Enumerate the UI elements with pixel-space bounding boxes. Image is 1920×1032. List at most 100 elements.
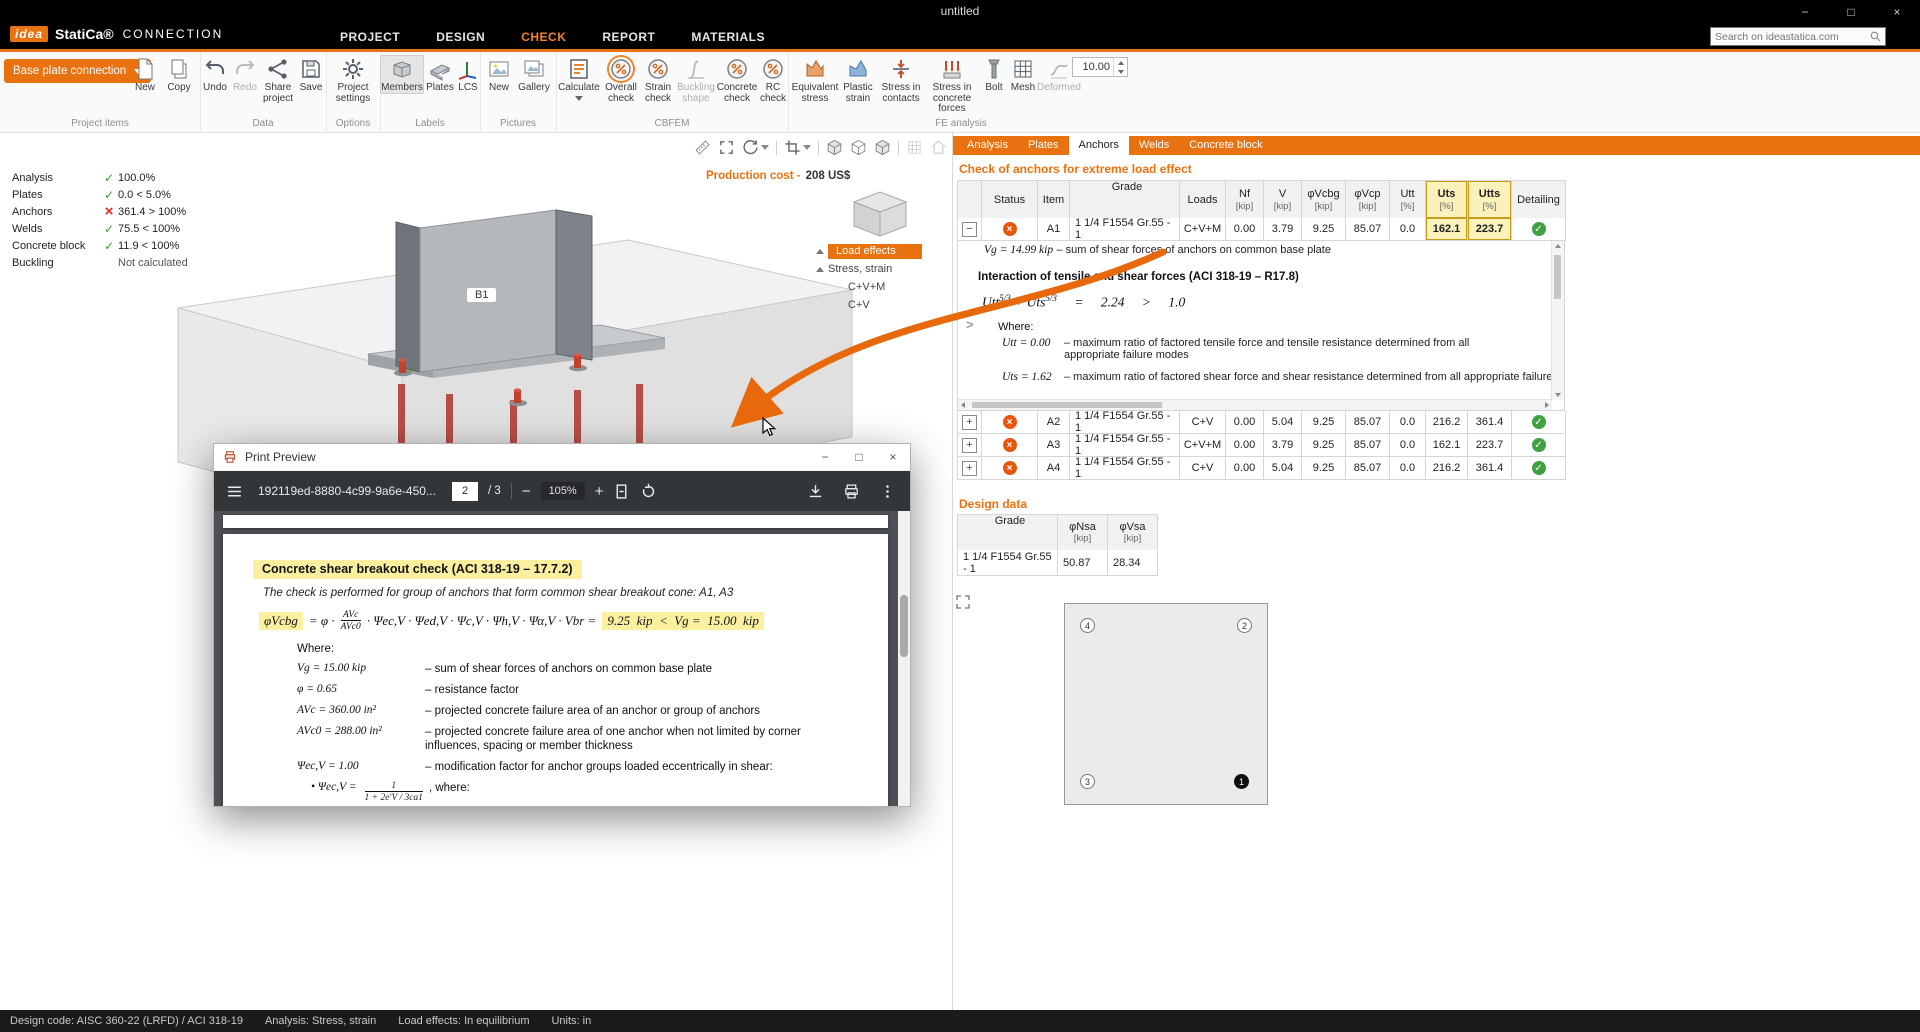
section-crop-icon[interactable] [784, 139, 811, 156]
ribbon-group-project-items: Base plate connection New Copy Project i… [0, 52, 201, 131]
anchor-marker-4[interactable]: 4 [1080, 618, 1095, 633]
measure-icon[interactable] [694, 139, 711, 156]
view-shaded-icon[interactable] [874, 139, 891, 156]
equivalent-stress-button[interactable]: Equivalent stress [792, 55, 838, 115]
minimize-button[interactable]: − [808, 450, 842, 464]
spinner-up-icon[interactable] [1118, 61, 1124, 65]
zoom-in-icon[interactable]: + [595, 484, 604, 499]
expand-diagram-icon[interactable] [955, 594, 971, 610]
rc-check-button[interactable]: RC check [758, 55, 788, 104]
gallery-icon [522, 57, 546, 81]
pdf-scrollbar[interactable] [898, 511, 910, 806]
new-item-button[interactable]: New [128, 55, 162, 94]
undo-button[interactable]: Undo [200, 55, 230, 104]
stress-in-concrete-forces-button[interactable]: Stress in concrete forces [924, 55, 980, 115]
project-settings-button[interactable]: Project settings [328, 55, 378, 104]
close-button[interactable]: × [1874, 0, 1920, 24]
share-project-button[interactable]: Share project [260, 55, 296, 104]
print-icon[interactable] [843, 483, 860, 500]
concrete-check-button[interactable]: Concrete check [716, 55, 758, 104]
anchor-marker-3[interactable]: 3 [1080, 774, 1095, 789]
zoom-extents-icon[interactable] [718, 139, 735, 156]
tab-materials[interactable]: MATERIALS [691, 30, 765, 44]
detail-expand-chevron[interactable]: > [966, 317, 974, 332]
results-tab-plates[interactable]: Plates [1018, 136, 1069, 155]
load-effects-tree: Load effects Stress, strain C+V+M C+V [816, 242, 922, 314]
scrollbar-thumb[interactable] [900, 595, 908, 657]
tab-report[interactable]: REPORT [602, 30, 655, 44]
collapse-row-button[interactable]: − [962, 222, 977, 237]
results-tab-welds[interactable]: Welds [1129, 136, 1179, 155]
print-preview-window[interactable]: Print Preview − □ × 192119ed-8880-4c99-9… [213, 443, 911, 807]
overall-check-button[interactable]: Overall check [602, 55, 640, 104]
mesh-toggle-button[interactable]: Mesh [1008, 55, 1038, 115]
scrollbar-thumb[interactable] [1554, 255, 1561, 299]
strain-check-button[interactable]: Strain check [640, 55, 676, 104]
results-tab-anchors[interactable]: Anchors [1069, 136, 1129, 155]
gear-icon [341, 57, 365, 81]
strain-check-icon [646, 57, 670, 81]
members-toggle-button[interactable]: Members [380, 55, 424, 94]
gallery-button[interactable]: Gallery [515, 55, 553, 94]
view-wireframe-icon[interactable] [850, 139, 867, 156]
expand-row-button[interactable]: + [962, 438, 977, 453]
main-menu-tabs: PROJECT DESIGN CHECK REPORT MATERIALS [340, 24, 765, 49]
copy-item-button[interactable]: Copy [162, 55, 196, 94]
orbit-icon[interactable] [742, 139, 769, 156]
more-options-icon[interactable] [879, 483, 896, 500]
print-preview-titlebar[interactable]: Print Preview − □ × [214, 444, 910, 471]
tab-check[interactable]: CHECK [521, 30, 566, 44]
maximize-button[interactable]: □ [1828, 0, 1874, 24]
tree-item-stress-strain[interactable]: Stress, strain [816, 260, 922, 278]
plates-toggle-button[interactable]: Plates [424, 55, 456, 94]
bolt-toggle-button[interactable]: Bolt [980, 55, 1008, 115]
lcs-toggle-button[interactable]: LCS [456, 55, 480, 94]
group-label-project-items: Project items [0, 118, 200, 129]
download-icon[interactable] [807, 483, 824, 500]
deformed-scale-spinner[interactable]: 10.00 [1072, 57, 1128, 77]
pdf-content-area[interactable]: Concrete shear breakout check (ACI 318-1… [214, 511, 910, 806]
results-tab-concrete-block[interactable]: Concrete block [1179, 136, 1272, 155]
tab-design[interactable]: DESIGN [436, 30, 485, 44]
scrollbar-thumb[interactable] [972, 402, 1162, 408]
collapse-caret-icon[interactable] [816, 249, 824, 254]
fit-to-page-icon[interactable] [613, 483, 630, 500]
page-number-input[interactable] [452, 482, 478, 501]
status-design-code: Design code: AISC 360-22 (LRFD) / ACI 31… [10, 1015, 243, 1027]
pass-status-icon: ✓ [1532, 222, 1546, 236]
navigation-cube[interactable] [848, 186, 912, 240]
search-input[interactable] [1711, 31, 1869, 43]
save-button[interactable]: Save [296, 55, 326, 104]
tree-item-cvm[interactable]: C+V+M [816, 278, 922, 296]
detail-vertical-scrollbar[interactable] [1551, 241, 1564, 400]
app-logo: idea StatiCa® CONNECTION [10, 26, 223, 42]
new-picture-button[interactable]: New [483, 55, 515, 94]
anchor-marker-1[interactable]: 1 [1234, 774, 1249, 789]
concrete-forces-icon [940, 57, 964, 81]
minimize-button[interactable]: − [1782, 0, 1828, 24]
spinner-down-icon[interactable] [1118, 70, 1124, 74]
tree-item-cv[interactable]: C+V [816, 296, 922, 314]
results-panel: Analysis Plates Anchors Welds Concrete b… [952, 132, 1920, 1010]
zoom-out-icon[interactable]: − [522, 484, 531, 499]
collapse-caret-icon[interactable] [816, 267, 824, 272]
maximize-button[interactable]: □ [842, 450, 876, 464]
view-solid-icon[interactable] [826, 139, 843, 156]
stress-in-contacts-button[interactable]: Stress in contacts [878, 55, 924, 115]
expand-row-button[interactable]: + [962, 461, 977, 476]
plastic-strain-button[interactable]: Plastic strain [838, 55, 878, 115]
close-button[interactable]: × [876, 450, 910, 464]
rotate-page-icon[interactable] [640, 483, 657, 500]
doc-formula: φVcbg = φ · AVcAVc0 · Ψec,V · Ψed,V · Ψc… [259, 610, 872, 632]
expand-row-button[interactable]: + [962, 415, 977, 430]
buckling-shape-button: Buckling shape [676, 55, 716, 104]
detail-horizontal-scrollbar[interactable] [958, 399, 1552, 410]
calculate-button[interactable]: Calculate [556, 55, 602, 104]
idea-logo-badge: idea [10, 26, 48, 42]
tab-project[interactable]: PROJECT [340, 30, 400, 44]
tree-item-load-effects[interactable]: Load effects [816, 242, 922, 260]
results-tab-analysis[interactable]: Analysis [957, 136, 1018, 155]
check-row-plates: Plates ✓ 0.0 < 5.0% [12, 186, 232, 203]
anchor-marker-2[interactable]: 2 [1237, 618, 1252, 633]
menu-icon[interactable] [226, 483, 243, 500]
